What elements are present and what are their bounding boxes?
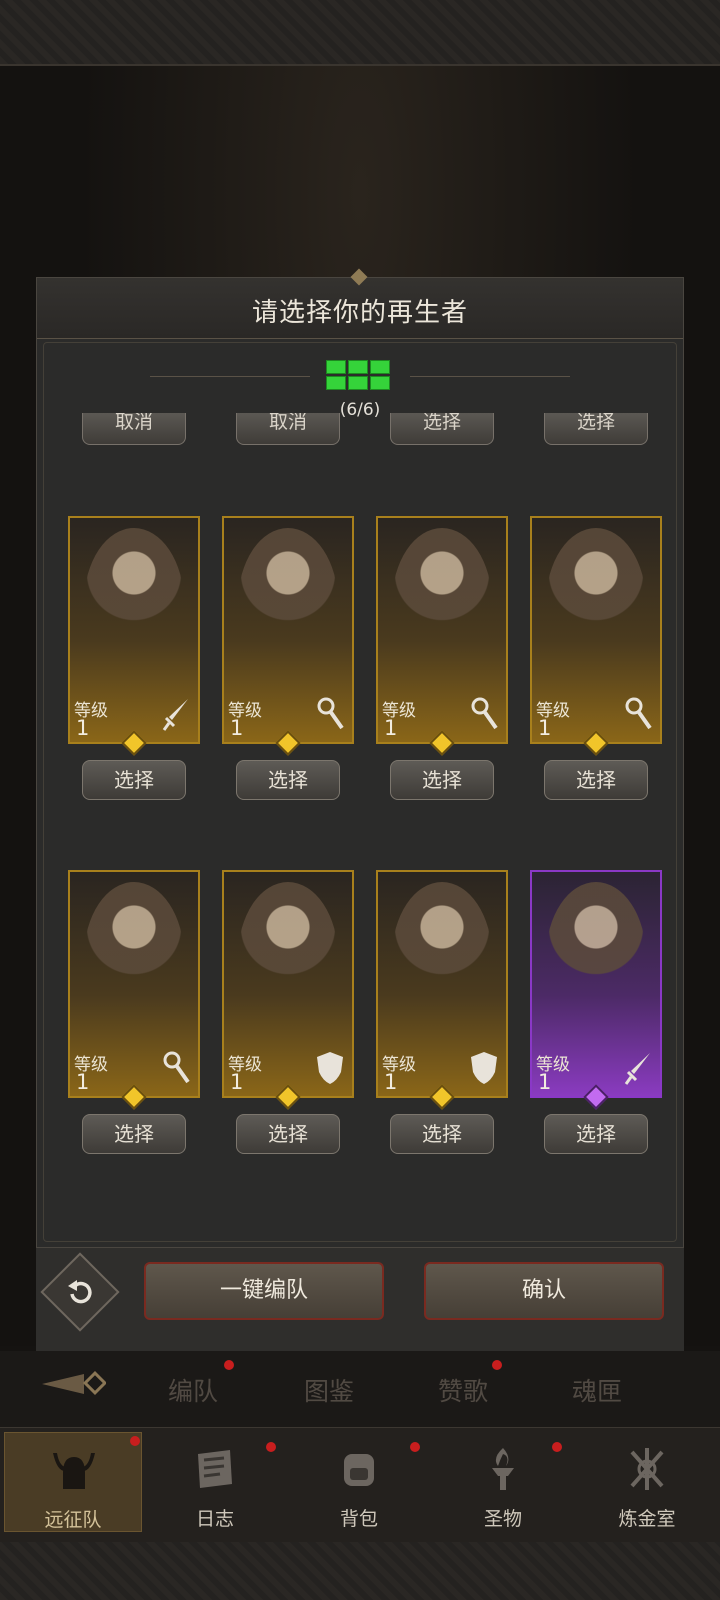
staff-icon <box>625 697 652 730</box>
select-button[interactable]: 选择 <box>390 1114 494 1154</box>
level-value: 1 <box>538 716 552 740</box>
torch-icon <box>492 1448 514 1490</box>
hero-card[interactable]: 等级 1 <box>530 516 662 756</box>
hero-portrait <box>392 528 492 678</box>
team-slot <box>348 360 368 374</box>
shield-icon <box>317 1052 343 1084</box>
divider-left <box>150 376 310 377</box>
deselect-button[interactable]: 取消 <box>82 413 186 445</box>
level-value: 1 <box>230 1070 244 1094</box>
hero-portrait <box>238 882 338 1032</box>
backpack-icon <box>344 1454 374 1486</box>
select-button[interactable]: 选择 <box>390 760 494 800</box>
undo-icon <box>68 1280 92 1304</box>
bottom-border <box>0 1542 720 1600</box>
hero-card[interactable]: 等级 1 <box>376 516 508 756</box>
tab-soul-box[interactable]: 魂匣 <box>572 1372 622 1408</box>
notification-dot <box>492 1360 502 1370</box>
tab-anthem[interactable]: 赞歌 <box>438 1372 488 1408</box>
sword-icon <box>624 1053 650 1085</box>
select-button[interactable]: 选择 <box>82 760 186 800</box>
notification-dot <box>266 1442 276 1452</box>
hero-card[interactable]: 等级 1 <box>68 870 200 1110</box>
team-slot <box>326 360 346 374</box>
dialog-header: 请选择你的再生者 <box>37 268 683 339</box>
scroll-icon <box>198 1450 232 1488</box>
top-banner <box>0 0 720 66</box>
tab-codex[interactable]: 图鉴 <box>304 1372 354 1408</box>
hero-card[interactable]: 等级 1 <box>376 870 508 1110</box>
arrow-left-icon[interactable] <box>40 1370 106 1398</box>
nav-expedition[interactable]: 远征队 <box>4 1432 142 1532</box>
nav-backpack[interactable]: 背包 <box>290 1432 428 1532</box>
level-value: 1 <box>384 716 398 740</box>
select-button[interactable]: 选择 <box>236 1114 340 1154</box>
select-button[interactable]: 选择 <box>544 760 648 800</box>
alchemy-icon <box>630 1448 664 1490</box>
nav-alchemy[interactable]: 炼金室 <box>578 1432 716 1532</box>
level-value: 1 <box>76 716 90 740</box>
notification-dot <box>410 1442 420 1452</box>
notification-dot <box>130 1436 140 1446</box>
notification-dot <box>552 1442 562 1452</box>
staff-icon <box>317 697 344 730</box>
hero-card[interactable]: 等级 1 <box>68 516 200 756</box>
hero-portrait <box>546 528 646 678</box>
team-slot <box>370 376 390 390</box>
shield-icon <box>471 1052 497 1084</box>
select-button[interactable]: 选择 <box>544 413 648 445</box>
level-value: 1 <box>230 716 244 740</box>
select-button[interactable]: 选择 <box>236 760 340 800</box>
level-value: 1 <box>538 1070 552 1094</box>
dialog-title: 请选择你的再生者 <box>251 298 468 328</box>
select-button[interactable]: 选择 <box>82 1114 186 1154</box>
team-slots-indicator <box>326 360 396 396</box>
auto-team-button[interactable]: 一键编队 <box>144 1262 384 1320</box>
hero-portrait <box>238 528 338 678</box>
hero-portrait <box>84 882 184 1032</box>
level-value: 1 <box>76 1070 90 1094</box>
hero-portrait <box>84 528 184 678</box>
sword-icon <box>162 699 188 731</box>
staff-icon <box>471 697 498 730</box>
hero-portrait <box>392 882 492 1032</box>
staff-icon <box>163 1051 190 1084</box>
nav-journal[interactable]: 日志 <box>146 1432 284 1532</box>
team-slot <box>348 376 368 390</box>
confirm-button[interactable]: 确认 <box>424 1262 664 1320</box>
level-value: 1 <box>384 1070 398 1094</box>
select-button[interactable]: 选择 <box>544 1114 648 1154</box>
tab-formation[interactable]: 编队 <box>168 1372 218 1408</box>
hero-card[interactable]: 等级 1 <box>222 870 354 1110</box>
hero-card[interactable]: 等级 1 <box>530 870 662 1110</box>
team-slot <box>370 360 390 374</box>
divider-right <box>410 376 570 377</box>
select-button[interactable]: 选择 <box>390 413 494 445</box>
hero-card[interactable]: 等级 1 <box>222 516 354 756</box>
hero-portrait <box>546 882 646 1032</box>
notification-dot <box>224 1360 234 1370</box>
deselect-button[interactable]: 取消 <box>236 413 340 445</box>
horned-helmet-icon <box>53 1453 95 1489</box>
team-slot <box>326 376 346 390</box>
